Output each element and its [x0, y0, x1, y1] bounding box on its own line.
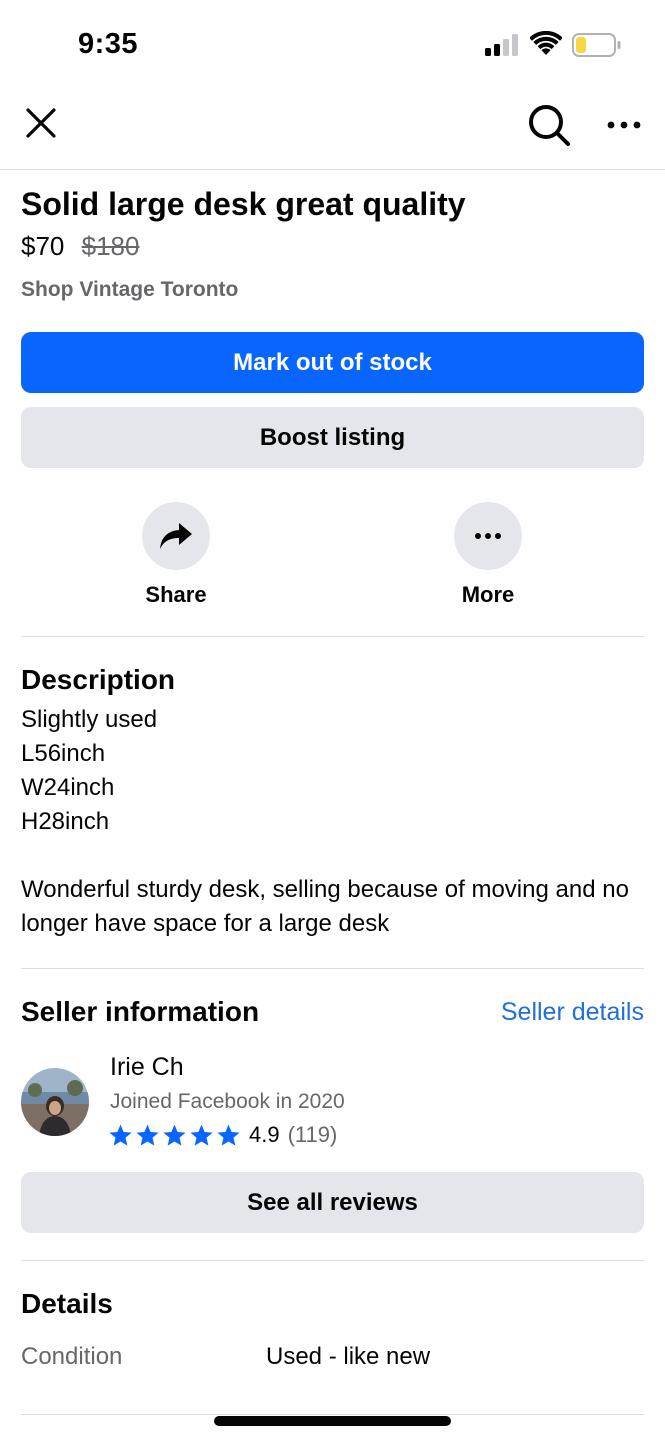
rating-value: 4.9: [249, 1122, 280, 1147]
star-icon: [217, 1124, 240, 1146]
star-icon: [163, 1124, 186, 1146]
more-label: More: [461, 582, 515, 607]
divider: [21, 636, 644, 637]
seller-info-heading: Seller information: [21, 996, 260, 1027]
seller-rating: 4.9 (119): [108, 1121, 337, 1149]
details-heading: Details: [21, 1288, 113, 1319]
description-heading: Description: [21, 664, 176, 695]
share-action[interactable]: Share: [106, 502, 246, 608]
divider: [21, 1260, 644, 1261]
home-indicator[interactable]: [214, 1416, 451, 1426]
description-line: W24inch: [21, 774, 115, 801]
mark-out-of-stock-button[interactable]: Mark out of stock: [21, 332, 644, 393]
divider: [21, 968, 644, 969]
more-horizontal-icon: [475, 533, 501, 539]
star-icon: [109, 1124, 132, 1146]
description-line: L56inch: [21, 740, 106, 767]
status-bar: 9:35: [0, 0, 665, 90]
seller-name[interactable]: Irie Ch: [110, 1053, 184, 1082]
wifi-icon: [530, 31, 562, 55]
more-button[interactable]: [454, 502, 522, 570]
more-horizontal-icon[interactable]: [602, 112, 646, 138]
description-line: H28inch: [21, 808, 110, 835]
more-action[interactable]: More: [418, 502, 558, 608]
star-icon: [190, 1124, 213, 1146]
avatar-image: [21, 1068, 89, 1136]
status-time: 9:35: [78, 28, 139, 60]
share-button[interactable]: [142, 502, 210, 570]
search-icon[interactable]: [526, 102, 572, 148]
share-label: Share: [145, 582, 207, 607]
description-paragraph: Wonderful sturdy desk, selling because o…: [21, 876, 629, 937]
price-row: $70 $180: [21, 231, 139, 262]
cellular-signal-icon: [485, 34, 518, 56]
shop-name[interactable]: Shop Vintage Toronto: [21, 278, 238, 302]
listing-title: Solid large desk great quality: [21, 186, 466, 222]
divider: [21, 1414, 644, 1415]
share-icon: [160, 523, 192, 549]
nav-bar: [0, 90, 665, 170]
star-icon: [136, 1124, 159, 1146]
description-lines: Slightly used L56inch W24inch H28inch: [21, 703, 641, 839]
boost-listing-button[interactable]: Boost listing: [21, 407, 644, 468]
condition-label: Condition: [21, 1343, 123, 1370]
see-all-reviews-button[interactable]: See all reviews: [21, 1172, 644, 1233]
seller-joined: Joined Facebook in 2020: [110, 1090, 345, 1113]
description-line: Slightly used: [21, 706, 158, 733]
condition-value: Used - like new: [266, 1343, 431, 1370]
seller-avatar[interactable]: [21, 1068, 89, 1136]
rating-count: (119): [287, 1122, 338, 1147]
close-icon[interactable]: [22, 104, 60, 142]
battery-icon: [572, 33, 621, 57]
original-price: $180: [81, 231, 140, 261]
seller-details-link[interactable]: Seller details: [501, 998, 644, 1027]
current-price: $70: [21, 231, 65, 261]
